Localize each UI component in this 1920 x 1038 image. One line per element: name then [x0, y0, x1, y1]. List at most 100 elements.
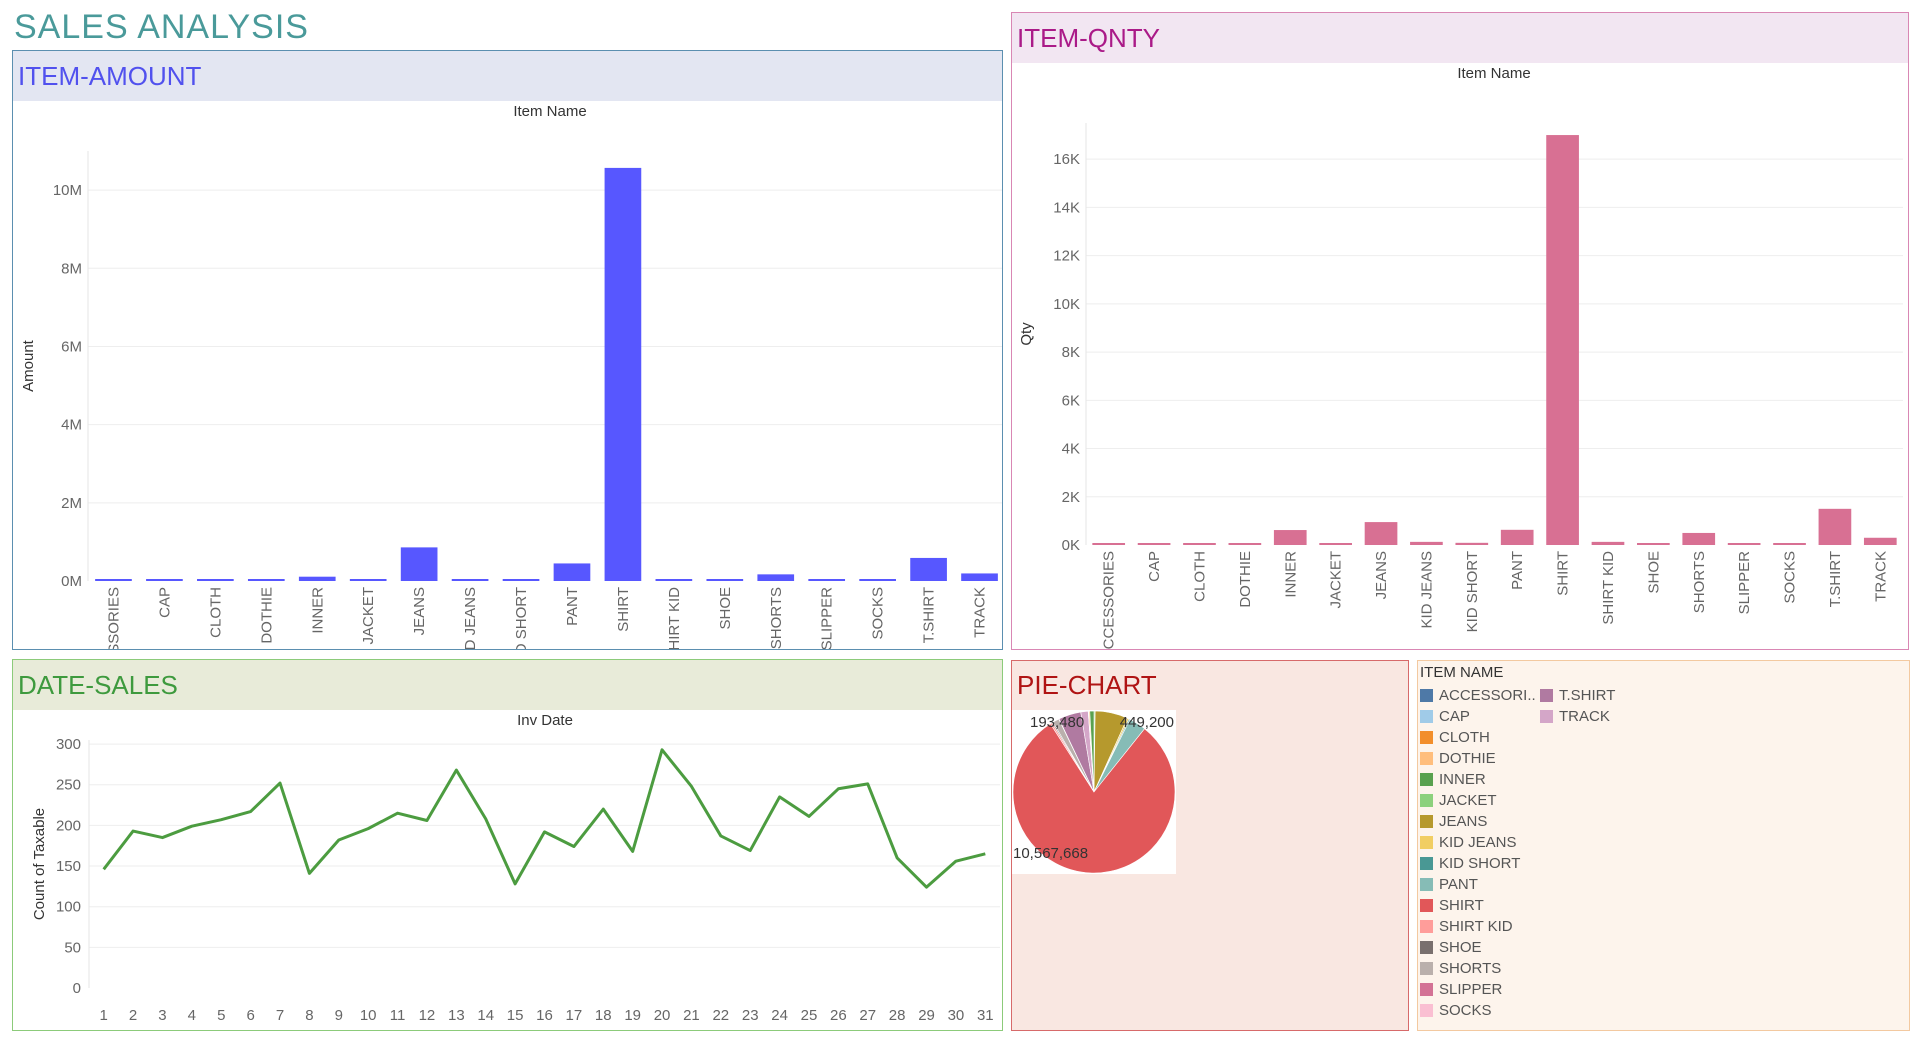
amount-x-tick-label: SHORTS [768, 587, 785, 649]
line-point[interactable] [657, 745, 667, 755]
line-point[interactable] [393, 808, 403, 818]
amount-y-tick-label: 6M [61, 338, 82, 355]
qty-y-tick-label: 14K [1053, 199, 1080, 216]
amount-bar-socks[interactable] [859, 579, 896, 581]
qty-bar-jeans[interactable] [1364, 522, 1398, 545]
line-point[interactable] [686, 781, 696, 791]
qty-bar-pant[interactable] [1500, 529, 1534, 545]
legend-item-shirt-kid[interactable]: SHIRT KID [1420, 916, 1513, 936]
line-point[interactable] [540, 827, 550, 837]
pie-data-label: 193,480 [1030, 714, 1084, 731]
qty-bar-shirt-kid[interactable] [1591, 541, 1625, 545]
line-point[interactable] [334, 835, 344, 845]
line-point[interactable] [510, 879, 520, 889]
line-x-tick-label: 8 [305, 1007, 313, 1024]
amount-bar-shorts[interactable] [757, 574, 795, 581]
amount-bar-pant[interactable] [553, 563, 591, 581]
line-point[interactable] [422, 815, 432, 825]
line-point[interactable] [304, 868, 314, 878]
line-point[interactable] [833, 784, 843, 794]
amount-bar-kid-short[interactable] [502, 579, 540, 581]
line-point[interactable] [716, 831, 726, 841]
line-point[interactable] [157, 833, 167, 843]
line-point[interactable] [628, 846, 638, 856]
line-point[interactable] [128, 826, 138, 836]
legend-label: SHIRT [1439, 896, 1484, 914]
line-point[interactable] [216, 815, 226, 825]
qty-bar-kid-jeans[interactable] [1410, 541, 1443, 545]
line-point[interactable] [451, 765, 461, 775]
line-point[interactable] [187, 821, 197, 831]
amount-bar-jacket[interactable] [349, 579, 387, 581]
line-point[interactable] [275, 778, 285, 788]
legend-item-socks[interactable]: SOCKS [1420, 1000, 1492, 1020]
qty-bar-shorts[interactable] [1682, 532, 1716, 545]
legend-item-cap[interactable]: CAP [1420, 706, 1470, 726]
amount-bar-kid-jeans[interactable] [451, 579, 489, 581]
qty-bar-shirt[interactable] [1546, 135, 1579, 546]
line-point[interactable] [363, 824, 373, 834]
qty-bar-inner[interactable] [1273, 530, 1307, 545]
legend-item-jeans[interactable]: JEANS [1420, 811, 1487, 831]
legend-label: CAP [1439, 707, 1470, 725]
legend-item-slipper[interactable]: SLIPPER [1420, 979, 1502, 999]
legend-swatch [1420, 940, 1433, 954]
legend-swatch [1540, 688, 1553, 702]
item-amount-panel: ITEM-AMOUNT Item Name 0M 2M 4M 6M 8M 10M Amount… [12, 50, 1003, 650]
legend-item-kid-short[interactable]: KID SHORT [1420, 853, 1520, 873]
amount-bar-track[interactable] [961, 573, 998, 581]
line-point[interactable] [775, 792, 785, 802]
legend-item-shirt[interactable]: SHIRT [1420, 895, 1484, 915]
line-point[interactable] [569, 842, 579, 852]
line-point[interactable] [863, 779, 873, 789]
amount-bar-inner[interactable] [298, 576, 336, 581]
legend-item-dothie[interactable]: DOTHIE [1420, 748, 1496, 768]
legend-item-cloth[interactable]: CLOTH [1420, 727, 1490, 747]
line-point[interactable] [922, 882, 932, 892]
qty-bar-cloth[interactable] [1183, 543, 1216, 545]
line-series-count-of-taxable[interactable] [102, 748, 986, 889]
line-point[interactable] [481, 814, 491, 824]
amount-bar-shirt-kid[interactable] [655, 579, 693, 581]
line-point[interactable] [980, 849, 990, 859]
legend-item-shorts[interactable]: SHORTS [1420, 958, 1501, 978]
legend-item-inner[interactable]: INNER [1420, 769, 1486, 789]
amount-bar-dothie[interactable] [247, 579, 285, 581]
qty-bar-cap[interactable] [1137, 543, 1171, 545]
legend-item-jacket[interactable]: JACKET [1420, 790, 1497, 810]
item-amount-chart: Item Name 0M 2M 4M 6M 8M 10M Amount ACCESSORIES C… [20, 103, 1002, 649]
amount-bar-slipper[interactable] [808, 579, 846, 581]
amount-bar-cloth[interactable] [197, 579, 234, 581]
line-point[interactable] [246, 807, 256, 817]
qty-bar-jacket[interactable] [1319, 543, 1352, 545]
line-point[interactable] [951, 856, 961, 866]
line-point[interactable] [804, 811, 814, 821]
qty-bar-t-shirt[interactable] [1818, 508, 1852, 545]
line-y-tick-label: 50 [64, 939, 81, 956]
legend-item-kid-jeans[interactable]: KID JEANS [1420, 832, 1517, 852]
line-x-tick-label: 29 [918, 1007, 935, 1024]
line-x-tick-label: 14 [477, 1007, 494, 1024]
qty-bar-track[interactable] [1863, 537, 1897, 545]
legend-item-pant[interactable]: PANT [1420, 874, 1478, 894]
legend-item-shoe[interactable]: SHOE [1420, 937, 1482, 957]
amount-bar-accessories[interactable] [95, 579, 132, 581]
qty-bar-dothie[interactable] [1228, 543, 1262, 545]
qty-bar-accessories[interactable] [1092, 543, 1126, 545]
qty-bar-shoe[interactable] [1637, 543, 1670, 545]
amount-bar-cap[interactable] [146, 579, 183, 581]
line-point[interactable] [598, 804, 608, 814]
amount-bar-shirt[interactable] [604, 167, 642, 581]
qty-bar-kid-short[interactable] [1455, 542, 1489, 545]
line-point[interactable] [892, 853, 902, 863]
legend-item-t-shirt[interactable]: T.SHIRT [1540, 685, 1615, 705]
amount-bar-t-shirt[interactable] [910, 557, 947, 581]
amount-bar-shoe[interactable] [706, 579, 744, 581]
legend-item-accessori-[interactable]: ACCESSORI.. [1420, 685, 1536, 705]
qty-bar-socks[interactable] [1773, 543, 1806, 545]
amount-bar-jeans[interactable] [400, 547, 438, 581]
line-point[interactable] [99, 864, 109, 874]
qty-bar-slipper[interactable] [1727, 543, 1761, 545]
legend-item-track[interactable]: TRACK [1540, 706, 1610, 726]
line-point[interactable] [745, 846, 755, 856]
